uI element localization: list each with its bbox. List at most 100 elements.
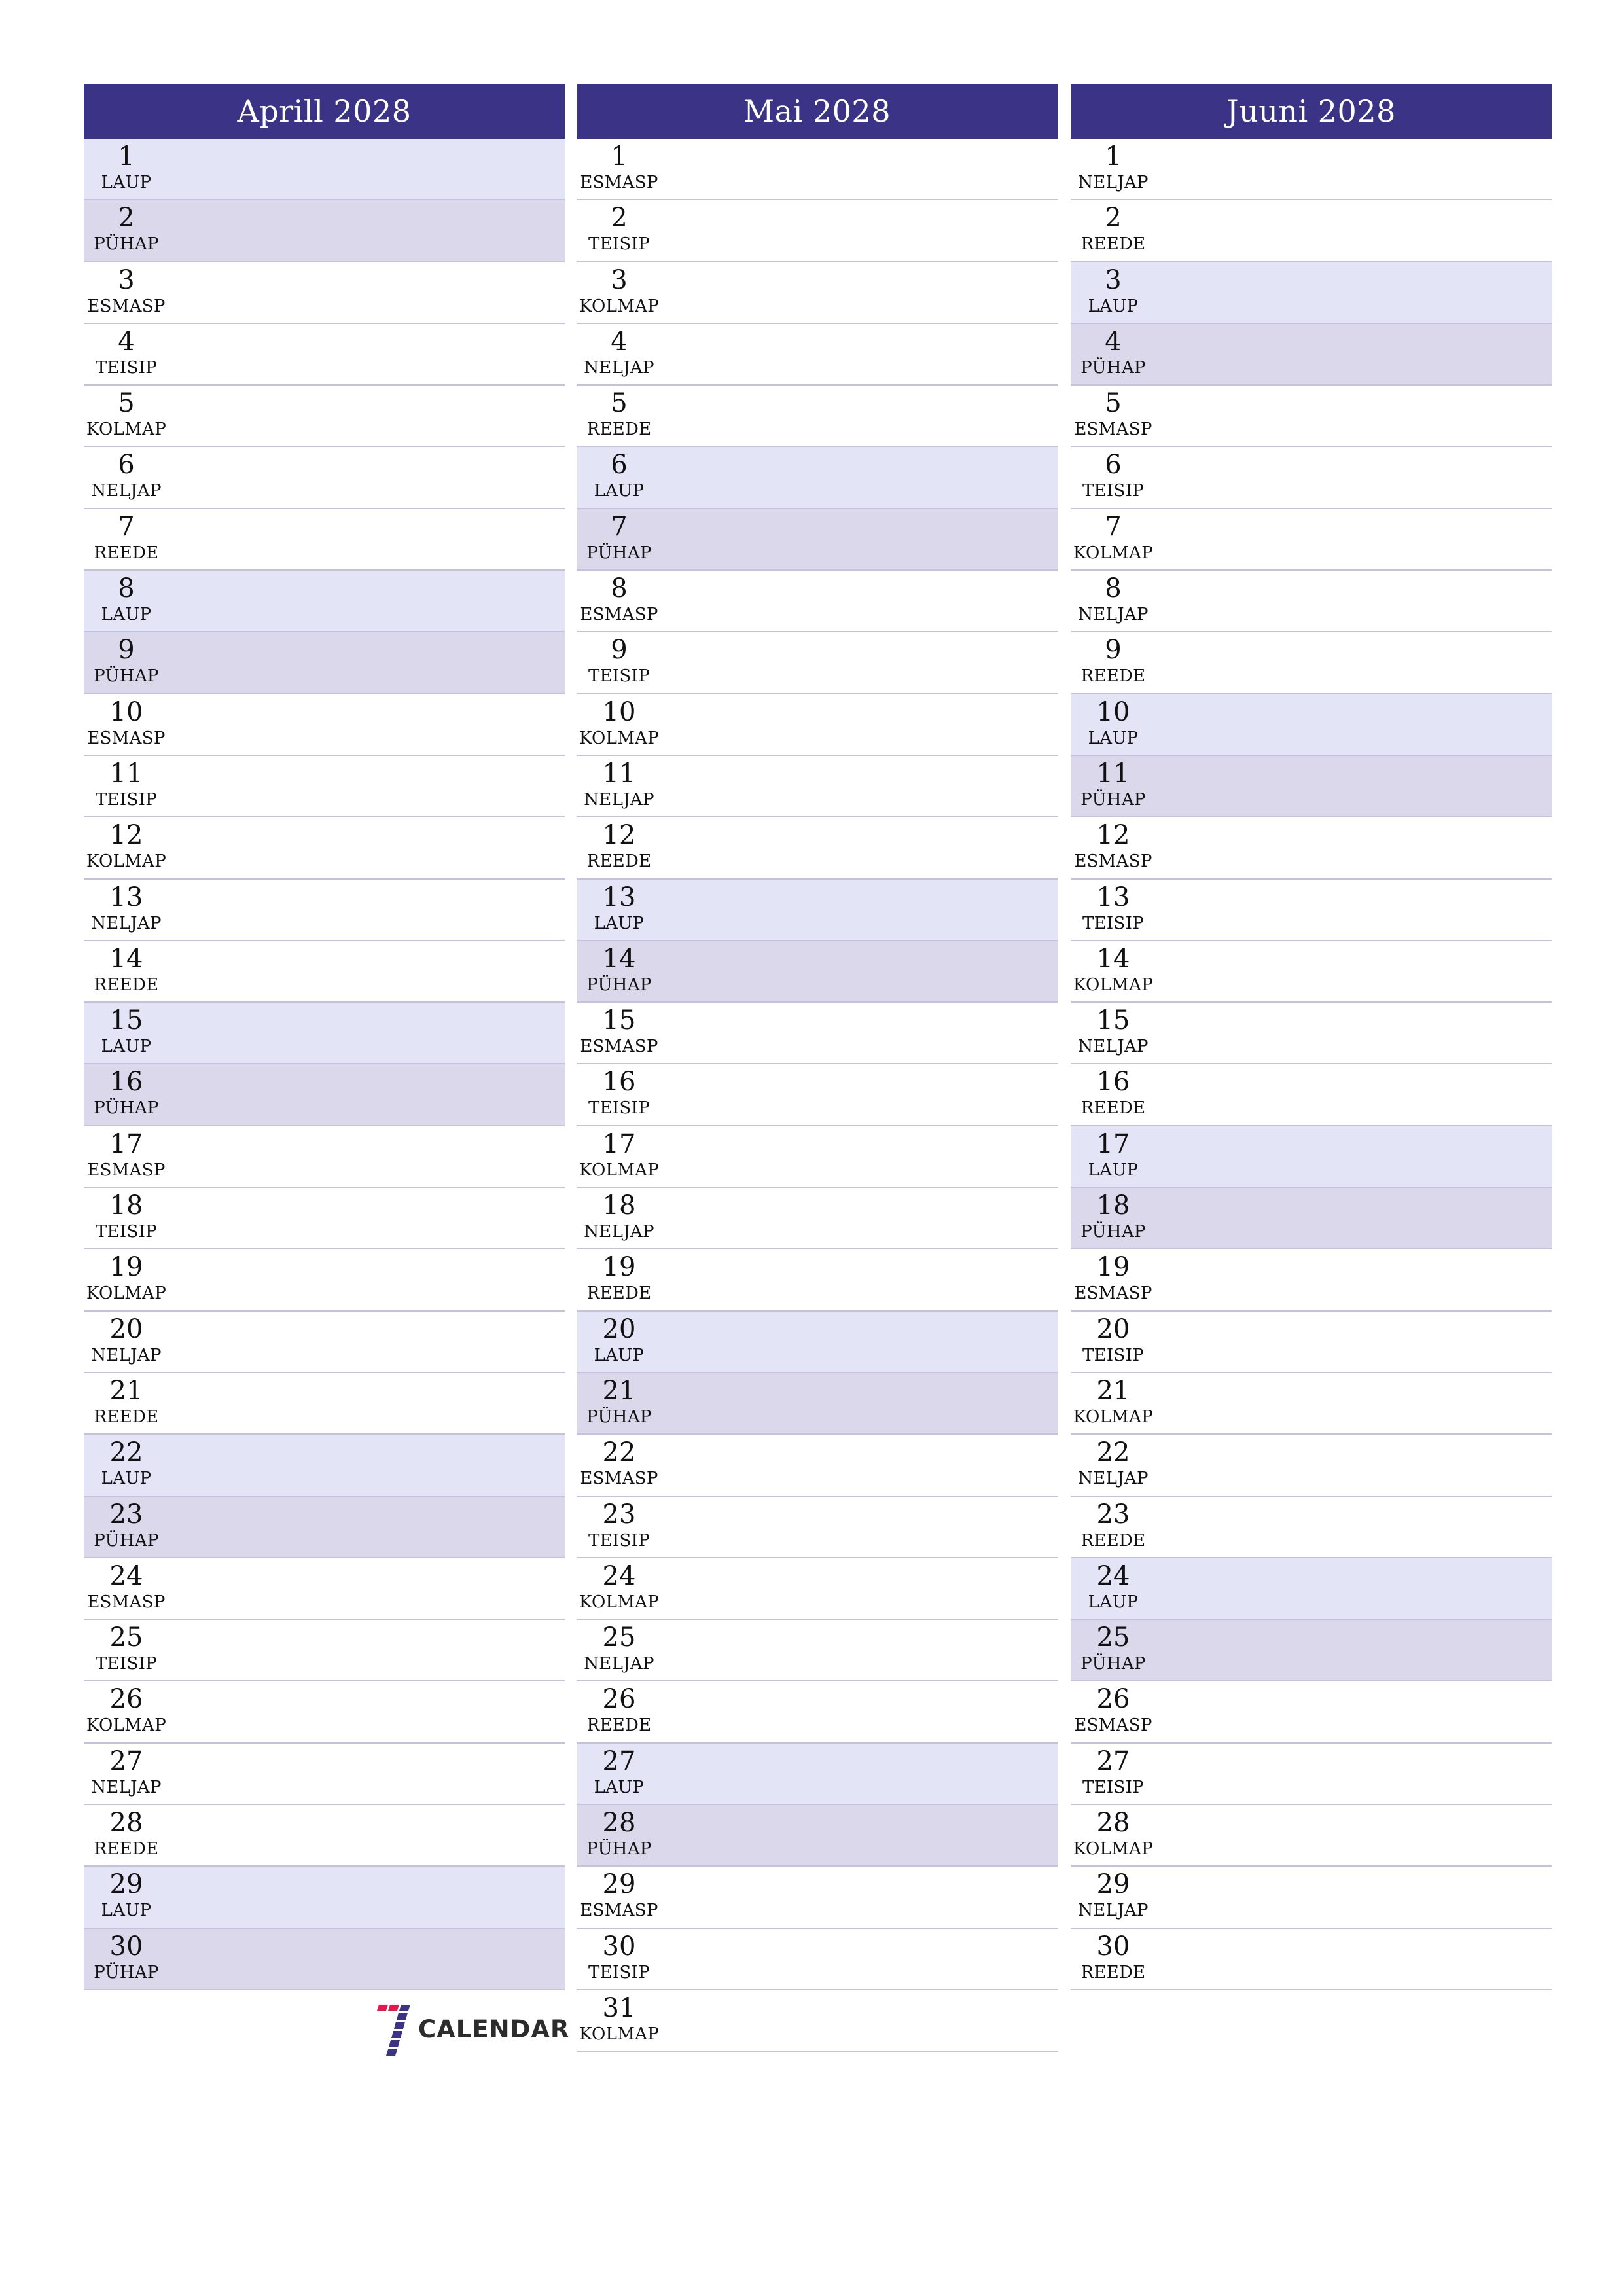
day-number: 5 — [1105, 388, 1122, 419]
day-row: 23 REEDE — [1071, 1497, 1552, 1558]
day-row: 11 NELJAP — [577, 756, 1058, 818]
day-row: 20 NELJAP — [84, 1312, 565, 1373]
weekday-label: PÜHAP — [94, 1098, 159, 1119]
weekday-label: NELJAP — [1078, 605, 1149, 625]
day-number: 22 — [109, 1437, 143, 1468]
day-number: 15 — [109, 1005, 143, 1036]
weekday-label: LAUP — [101, 173, 152, 192]
day-number: 28 — [1096, 1808, 1130, 1839]
day-row: 10 ESMASP — [84, 694, 565, 756]
day-row: 26 KOLMAP — [84, 1681, 565, 1744]
weekday-label: LAUP — [101, 1901, 152, 1921]
day-number: 16 — [109, 1067, 143, 1098]
day-number: 30 — [1096, 1931, 1130, 1962]
day-number: 24 — [109, 1560, 143, 1591]
weekday-label: REEDE — [94, 1407, 159, 1427]
day-number: 19 — [602, 1252, 636, 1283]
day-number: 3 — [611, 264, 628, 295]
day-number: 26 — [109, 1684, 143, 1715]
weekday-label: NELJAP — [584, 357, 654, 378]
day-row: 29 ESMASP — [577, 1867, 1058, 1929]
day-number: 12 — [1096, 820, 1130, 851]
day-row: 6 NELJAP — [84, 447, 565, 509]
day-number: 10 — [1096, 696, 1130, 727]
weekday-label: LAUP — [1088, 296, 1139, 316]
weekday-label: TEISIP — [588, 1962, 650, 1982]
day-number: 30 — [602, 1931, 636, 1962]
day-row: 28 REEDE — [84, 1805, 565, 1867]
weekday-label: NELJAP — [1078, 1469, 1149, 1489]
weekday-label: NELJAP — [1078, 173, 1149, 192]
day-number: 25 — [602, 1623, 636, 1653]
day-number: 27 — [109, 1746, 143, 1776]
weekday-label: LAUP — [1088, 1592, 1139, 1612]
day-row: 22 ESMASP — [577, 1435, 1058, 1497]
day-number: 10 — [109, 696, 143, 727]
day-number: 13 — [602, 882, 636, 912]
day-row: 9 PÜHAP — [84, 632, 565, 694]
day-row: 14 REEDE — [84, 941, 565, 1003]
weekday-label: NELJAP — [584, 1654, 654, 1674]
day-row: 2 TEISIP — [577, 200, 1058, 262]
day-number: 25 — [1096, 1623, 1130, 1653]
weekday-label: PÜHAP — [94, 1530, 159, 1551]
day-number: 14 — [1096, 943, 1130, 974]
day-number: 9 — [1105, 635, 1122, 666]
month-column-may: Mai 2028 1 ESMASP 2 TEISIP 3 KOLMAP 4 NELJAP 5 RE… — [577, 84, 1058, 2053]
day-row: 31 KOLMAP — [577, 1990, 1058, 2053]
weekday-label: ESMASP — [87, 296, 166, 316]
month-column-april: Aprill 2028 1 LAUP 2 PÜHAP 3 ESMASP 4 TEISIP 5 KO… — [84, 84, 565, 1990]
day-row: 17 ESMASP — [84, 1126, 565, 1189]
day-number: 27 — [602, 1746, 636, 1776]
weekday-label: TEISIP — [96, 1654, 157, 1674]
day-number: 18 — [109, 1191, 143, 1221]
day-row: 25 TEISIP — [84, 1620, 565, 1682]
weekday-label: KOLMAP — [86, 852, 166, 872]
weekday-label: PÜHAP — [94, 1962, 159, 1982]
day-number: 29 — [602, 1869, 636, 1900]
day-number: 8 — [118, 573, 135, 604]
weekday-label: KOLMAP — [1073, 543, 1153, 563]
weekday-label: NELJAP — [1078, 1037, 1149, 1057]
weekday-label: TEISIP — [96, 357, 157, 378]
logo-text: CALENDAR — [418, 2015, 570, 2043]
day-row: 26 ESMASP — [1071, 1681, 1552, 1744]
day-number: 19 — [109, 1252, 143, 1283]
day-row: 28 PÜHAP — [577, 1805, 1058, 1867]
day-number: 26 — [602, 1684, 636, 1715]
day-row: 7 KOLMAP — [1071, 509, 1552, 571]
day-number: 16 — [602, 1067, 636, 1098]
weekday-label: LAUP — [594, 913, 645, 933]
day-number: 13 — [1096, 882, 1130, 912]
day-list: 1 LAUP 2 PÜHAP 3 ESMASP 4 TEISIP 5 KOLMAP 6 NELJAP 7… — [84, 139, 565, 1990]
month-header: Juuni 2028 — [1071, 84, 1552, 139]
day-number: 4 — [118, 326, 135, 357]
day-number: 2 — [118, 203, 135, 234]
day-number: 5 — [611, 388, 628, 419]
day-number: 23 — [602, 1499, 636, 1530]
day-number: 17 — [1096, 1128, 1130, 1159]
weekday-label: KOLMAP — [86, 420, 166, 440]
day-row: 19 KOLMAP — [84, 1249, 565, 1312]
day-number: 6 — [1105, 450, 1122, 480]
day-row: 18 PÜHAP — [1071, 1188, 1552, 1250]
day-row: 19 REEDE — [577, 1249, 1058, 1312]
day-row: 24 KOLMAP — [577, 1558, 1058, 1621]
day-number: 10 — [602, 696, 636, 727]
weekday-label: REEDE — [1080, 1962, 1146, 1982]
weekday-label: ESMASP — [580, 173, 658, 192]
day-row: 30 REEDE — [1071, 1929, 1552, 1990]
day-row: 14 PÜHAP — [577, 941, 1058, 1003]
weekday-label: REEDE — [94, 543, 159, 563]
day-number: 15 — [1096, 1005, 1130, 1036]
weekday-label: PÜHAP — [586, 1839, 652, 1859]
day-number: 4 — [1105, 326, 1122, 357]
day-number: 11 — [1096, 758, 1130, 789]
weekday-label: PÜHAP — [1080, 1222, 1146, 1242]
weekday-label: LAUP — [594, 481, 645, 501]
weekday-label: PÜHAP — [1080, 357, 1146, 378]
day-row: 5 ESMASP — [1071, 386, 1552, 448]
day-number: 29 — [1096, 1869, 1130, 1900]
day-number: 3 — [1105, 264, 1122, 295]
day-number: 2 — [611, 203, 628, 234]
